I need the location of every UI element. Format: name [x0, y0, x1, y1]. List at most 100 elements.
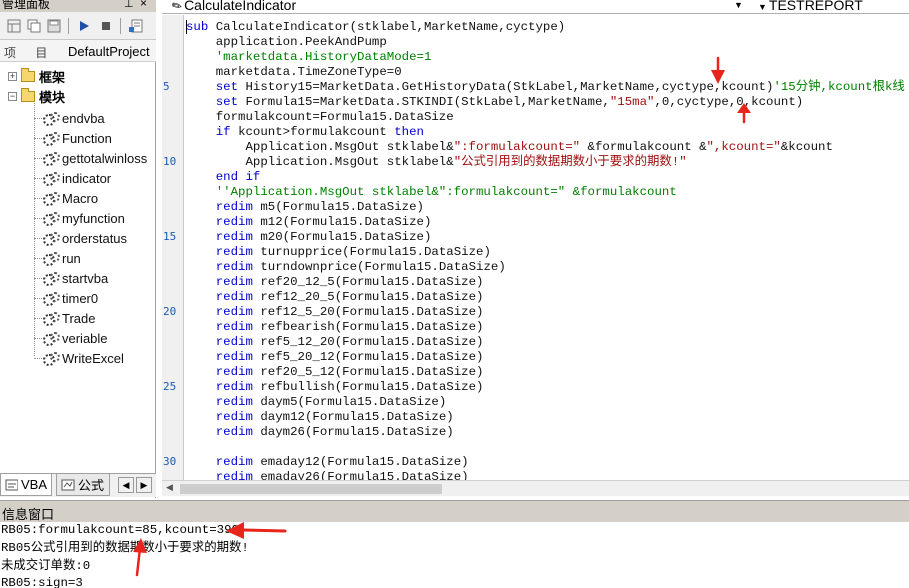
- code-token: marketdata.TimeZoneType=0: [186, 65, 402, 79]
- module-gear-icon: [42, 351, 60, 366]
- output-line: 未成交订单数:0: [1, 559, 91, 573]
- code-token: ''Application.MsgOut stklabel&":formulak…: [186, 185, 677, 199]
- code-token: m5(Formula15.DataSize): [260, 200, 424, 214]
- text-caret: [186, 20, 187, 34]
- code-line: redim refbearish(Formula15.DataSize): [186, 320, 484, 335]
- tree-module-writeexcel[interactable]: WriteExcel: [42, 348, 124, 368]
- code-token: redim: [215, 230, 261, 244]
- tree-module-endvba[interactable]: endvba: [42, 108, 105, 128]
- module-gear-icon: [42, 311, 60, 326]
- stop-icon[interactable]: [96, 16, 116, 36]
- code-line: formulakcount=Formula15.DataSize: [186, 110, 454, 125]
- expander-icon[interactable]: −: [8, 91, 17, 101]
- line-number: 15: [163, 230, 177, 243]
- code-token: redim: [215, 215, 261, 229]
- code-token: sub: [186, 20, 216, 34]
- procedure-icon: ✎: [169, 0, 185, 14]
- tree-connector: [34, 278, 42, 279]
- module-label: Function: [62, 130, 112, 146]
- code-token: redim: [215, 470, 261, 480]
- tree-module-function[interactable]: Function: [42, 128, 112, 148]
- horizontal-scrollbar[interactable]: ◀: [162, 480, 909, 496]
- save-icon[interactable]: [44, 16, 64, 36]
- formula-tab-icon: [61, 479, 75, 490]
- report-select[interactable]: ▼ TESTREPORT: [758, 0, 908, 13]
- folder-icon: [21, 87, 35, 102]
- code-token: set: [215, 80, 246, 94]
- grid-icon[interactable]: [4, 16, 24, 36]
- close-icon[interactable]: ×: [140, 0, 147, 10]
- panel-tabs: VBA 公式 ◀ ▶: [0, 473, 156, 497]
- code-line: application.PeekAndPump: [186, 35, 387, 50]
- tree-module-orderstatus[interactable]: orderstatus: [42, 228, 127, 248]
- code-line: redim ref12_5_20(Formula15.DataSize): [186, 305, 484, 320]
- code-token: m12(Formula15.DataSize): [260, 215, 432, 229]
- tree-connector: [34, 298, 42, 299]
- expander-icon[interactable]: +: [8, 71, 17, 81]
- vba-tab-icon: [5, 479, 18, 490]
- code-token: redim: [215, 350, 261, 364]
- tree-module-trade[interactable]: Trade: [42, 308, 95, 328]
- tree-module-indicator[interactable]: indicator: [42, 168, 111, 188]
- module-label: WriteExcel: [62, 350, 124, 366]
- tree-folder-1[interactable]: − 模块: [8, 86, 65, 106]
- run-icon[interactable]: [74, 16, 94, 36]
- tree-folder-0[interactable]: + 框架: [8, 66, 65, 86]
- copy-icon[interactable]: [24, 16, 44, 36]
- tree-module-run[interactable]: run: [42, 248, 81, 268]
- procedure-name: CalculateIndicator: [184, 0, 297, 13]
- code-token: Application.MsgOut stklabel&: [186, 155, 454, 169]
- procedure-select[interactable]: ✎CalculateIndicator: [169, 0, 754, 14]
- scroll-left-icon[interactable]: ◀: [166, 482, 173, 493]
- code-token: m20(Formula15.DataSize): [260, 230, 432, 244]
- properties-icon[interactable]: [126, 16, 146, 36]
- chevron-down-icon[interactable]: ▼: [758, 2, 767, 12]
- code-editor[interactable]: sub CalculateIndicator(stklabel,MarketNa…: [186, 15, 909, 480]
- code-token: redim: [215, 455, 261, 469]
- code-token: end if: [215, 170, 261, 184]
- tree-module-myfunction[interactable]: myfunction: [42, 208, 125, 228]
- tree-connector: [34, 218, 42, 219]
- code-token: redim: [215, 290, 261, 304]
- code-token: 'marketdata.HistoryDataMode=1: [186, 50, 432, 64]
- module-label: orderstatus: [62, 230, 128, 246]
- code-token: History15=MarketData.GetHistoryData(StkL…: [245, 80, 774, 94]
- module-gear-icon: [42, 231, 60, 246]
- tree-module-veriable[interactable]: veriable: [42, 328, 108, 348]
- tab-vba[interactable]: VBA: [0, 474, 52, 496]
- chevron-down-icon[interactable]: ▼: [734, 0, 743, 10]
- management-panel: 管理面板 ⊥ × 项 目 DefaultProject + 框架 − 模块 endvba…: [0, 0, 156, 498]
- code-line: redim ref20_5_12(Formula15.DataSize): [186, 365, 484, 380]
- project-name[interactable]: DefaultProject: [68, 44, 150, 59]
- code-line: redim m20(Formula15.DataSize): [186, 230, 432, 245]
- tree-module-timer0[interactable]: timer0: [42, 288, 98, 308]
- tab-formula[interactable]: 公式: [56, 474, 110, 496]
- code-token: &formulakcount &: [580, 140, 707, 154]
- module-label: endvba: [62, 110, 105, 126]
- tree-module-macro[interactable]: Macro: [42, 188, 98, 208]
- tree-module-gettotalwinloss[interactable]: gettotalwinloss: [42, 148, 147, 168]
- tab-scroll-left-icon[interactable]: ◀: [118, 477, 134, 493]
- scrollbar-thumb[interactable]: [180, 484, 442, 494]
- info-window-output: RB05:formulakcount=85,kcount=399 RB05公式引…: [0, 522, 909, 588]
- code-token: redim: [215, 395, 261, 409]
- code-token: redim: [215, 260, 261, 274]
- code-line: redim daym12(Formula15.DataSize): [186, 410, 454, 425]
- tree-connector: [34, 158, 42, 159]
- output-line: RB05:formulakcount=85,kcount=399: [1, 523, 239, 537]
- tree-module-startvba[interactable]: startvba: [42, 268, 108, 288]
- tab-vba-label: VBA: [20, 477, 47, 492]
- tree-connector: [34, 258, 42, 259]
- code-line: redim refbullish(Formula15.DataSize): [186, 380, 484, 395]
- tab-scroll-right-icon[interactable]: ▶: [136, 477, 152, 493]
- code-line: redim turnupprice(Formula15.DataSize): [186, 245, 491, 260]
- pin-icon[interactable]: ⊥: [124, 0, 134, 10]
- code-line: redim m5(Formula15.DataSize): [186, 200, 424, 215]
- project-label: 项 目: [4, 46, 56, 60]
- report-name: TESTREPORT: [768, 0, 863, 13]
- module-gear-icon: [42, 171, 60, 186]
